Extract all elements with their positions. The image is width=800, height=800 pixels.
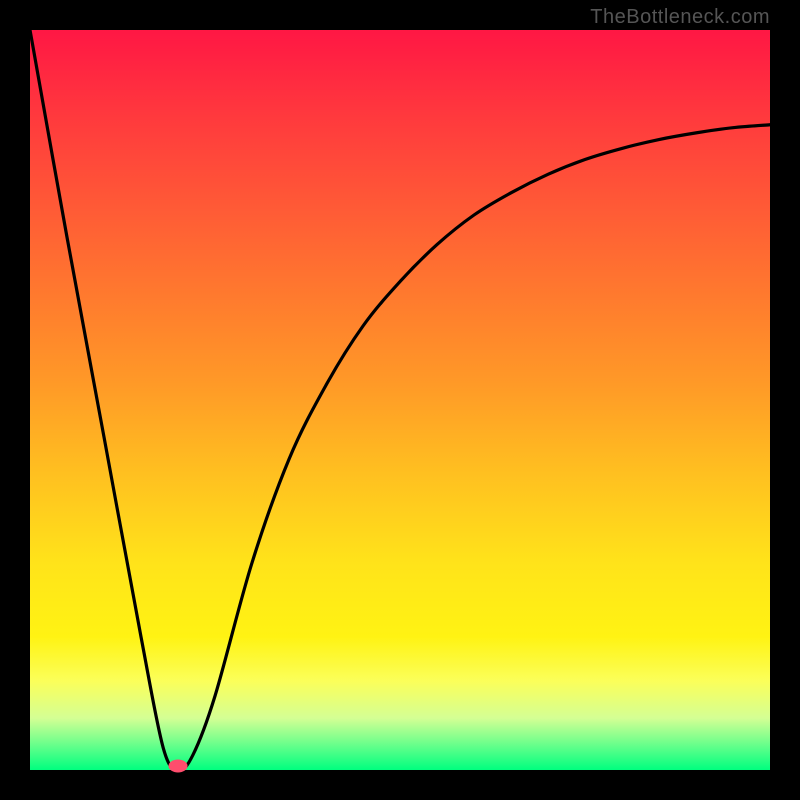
minimum-marker [169, 760, 187, 772]
curve-svg [30, 30, 770, 770]
chart-frame: TheBottleneck.com [0, 0, 800, 800]
watermark-text: TheBottleneck.com [590, 6, 770, 29]
bottleneck-curve [30, 30, 770, 770]
plot-area [30, 30, 770, 770]
